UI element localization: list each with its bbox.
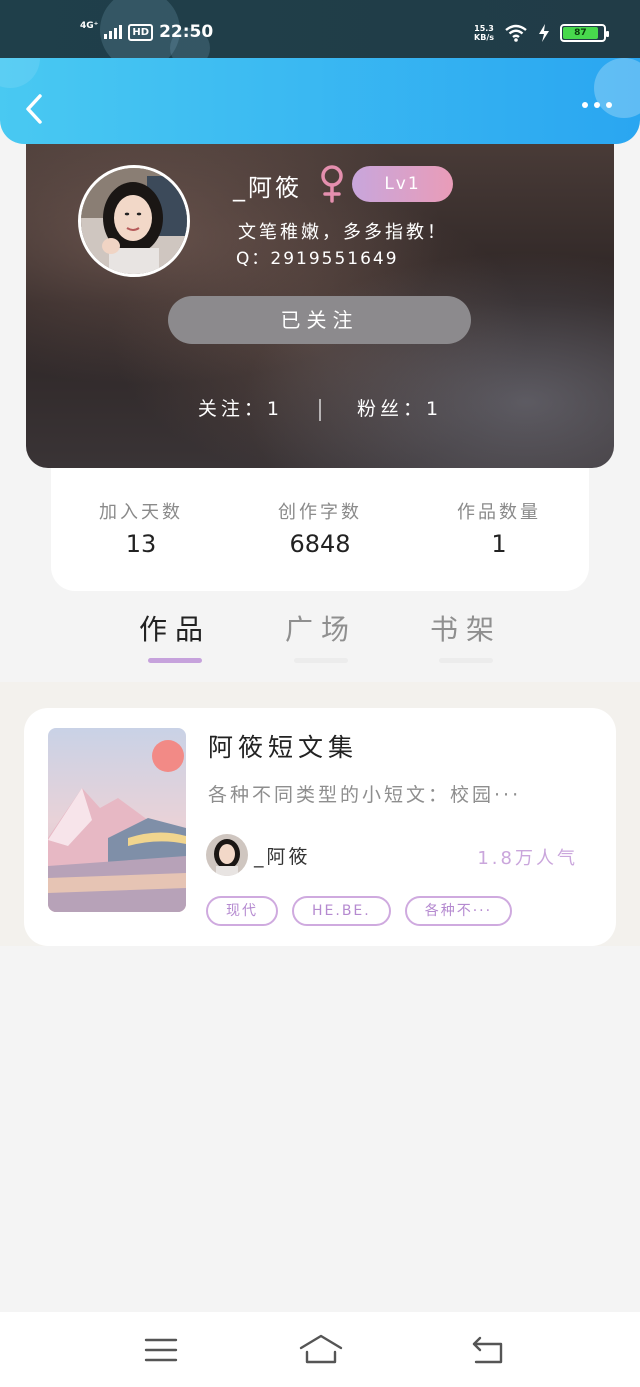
- decorative-bubble: [594, 58, 640, 118]
- wifi-icon: [505, 24, 527, 42]
- tab-indicator: [439, 658, 493, 663]
- author-avatar[interactable]: [206, 834, 248, 876]
- tab-label: 书架: [429, 613, 502, 646]
- signal-icon: [104, 25, 123, 39]
- tab-label: 广场: [284, 613, 357, 646]
- tab-square[interactable]: 广场: [261, 608, 381, 663]
- book-title: 阿筱短文集: [208, 733, 359, 762]
- female-icon: [321, 165, 343, 203]
- tab-indicator: [148, 658, 202, 663]
- app-screen: 4G⁺ HD 22:50 15.3 KB/s 87 _阿筱 Lv1 文笔稚嫩，多…: [0, 0, 640, 1387]
- clock: 22:50: [159, 22, 214, 42]
- menu-icon[interactable]: [141, 1332, 181, 1368]
- more-dots-icon[interactable]: [582, 102, 612, 108]
- works-list: 阿筱短文集 各种不同类型的小短文：校园··· _阿筱 1.8万人气 现代 HE.…: [0, 682, 640, 946]
- username: _阿筱: [233, 174, 302, 202]
- stat-value: 6848: [289, 530, 351, 558]
- follow-counts: 关注：1 粉丝：1: [26, 394, 614, 421]
- book-cover[interactable]: [48, 728, 186, 912]
- stat-works-count: 作品数量 1: [409, 498, 589, 558]
- hd-badge: HD: [128, 23, 154, 41]
- tag-chip[interactable]: 各种不···: [404, 896, 513, 926]
- chevron-left-icon[interactable]: [22, 92, 48, 126]
- stats-panel: 加入天数 13 创作字数 6848 作品数量 1: [51, 458, 589, 591]
- battery-level: 87: [563, 27, 598, 39]
- tab-works[interactable]: 作品: [115, 608, 235, 663]
- stat-label: 作品数量: [457, 502, 541, 523]
- tag-chip[interactable]: HE.BE.: [292, 896, 391, 926]
- book-description: 各种不同类型的小短文：校园···: [208, 784, 522, 806]
- network-type: 4G⁺: [80, 21, 99, 31]
- tab-bar: 作品 广场 书架: [0, 600, 640, 680]
- stat-label: 创作字数: [278, 502, 362, 523]
- book-card[interactable]: 阿筱短文集 各种不同类型的小短文：校园··· _阿筱 1.8万人气 现代 HE.…: [24, 708, 616, 946]
- follow-button[interactable]: 已关注: [168, 296, 471, 344]
- system-nav-bar: [0, 1312, 640, 1387]
- book-tags: 现代 HE.BE. 各种不···: [206, 896, 513, 926]
- charging-icon: [539, 24, 549, 42]
- top-header: [0, 58, 640, 144]
- stat-label: 加入天数: [99, 502, 183, 523]
- divider: [319, 398, 321, 421]
- qq-number: Q：2919551649: [236, 249, 399, 269]
- stat-value: 1: [491, 530, 507, 558]
- avatar[interactable]: [78, 165, 190, 277]
- profile-card: _阿筱 Lv1 文笔稚嫩，多多指教！ Q：2919551649 已关注 关注：1…: [26, 138, 614, 468]
- return-icon[interactable]: [468, 1332, 508, 1368]
- status-left: 4G⁺ HD 22:50: [80, 21, 214, 42]
- author-name[interactable]: _阿筱: [254, 842, 311, 869]
- fans-count[interactable]: 粉丝：1: [357, 398, 442, 420]
- tab-label: 作品: [138, 613, 211, 646]
- status-right: 15.3 KB/s 87: [474, 24, 609, 42]
- tag-chip[interactable]: 现代: [206, 896, 278, 926]
- following-count[interactable]: 关注：1: [198, 398, 283, 420]
- status-bar: 4G⁺ HD 22:50 15.3 KB/s 87: [0, 0, 640, 70]
- stat-value: 13: [125, 530, 157, 558]
- network-speed: 15.3 KB/s: [474, 24, 494, 42]
- user-bio: 文笔稚嫩，多多指教！: [238, 222, 448, 243]
- home-icon[interactable]: [298, 1332, 344, 1368]
- speed-unit: KB/s: [474, 33, 494, 42]
- stat-join-days: 加入天数 13: [51, 498, 231, 558]
- tab-bookshelf[interactable]: 书架: [406, 608, 526, 663]
- level-badge: Lv1: [352, 166, 453, 202]
- decorative-bubble: [0, 58, 40, 88]
- battery-icon: 87: [560, 24, 609, 42]
- tab-indicator: [294, 658, 348, 663]
- popularity-count: 1.8万人气: [477, 848, 578, 869]
- speed-value: 15.3: [474, 24, 494, 33]
- stat-word-count: 创作字数 6848: [230, 498, 410, 558]
